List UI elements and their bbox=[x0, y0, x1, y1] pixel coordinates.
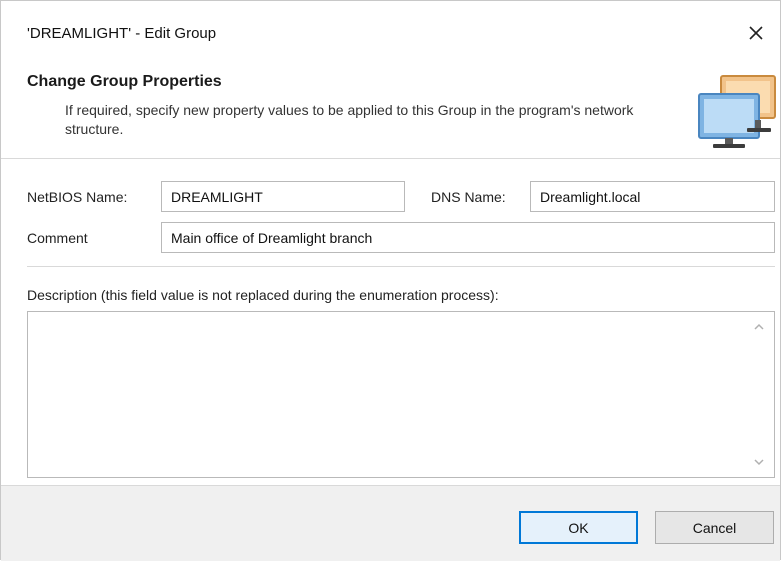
comment-label: Comment bbox=[27, 230, 88, 246]
netbios-name-label: NetBIOS Name: bbox=[27, 189, 128, 205]
computer-monitors-icon bbox=[698, 75, 776, 148]
close-button[interactable] bbox=[742, 19, 770, 47]
header-description: If required, specify new property values… bbox=[65, 102, 634, 137]
header-title: Change Group Properties bbox=[27, 73, 222, 90]
dns-name-field[interactable] bbox=[530, 181, 775, 212]
title-bar: 'DREAMLIGHT' - Edit Group bbox=[1, 1, 780, 59]
netbios-name-field[interactable] bbox=[161, 181, 405, 212]
description-scrollbar[interactable] bbox=[744, 312, 774, 477]
dns-name-label: DNS Name: bbox=[431, 189, 506, 205]
description-label: Description (this field value is not rep… bbox=[27, 287, 499, 303]
cancel-button[interactable]: Cancel bbox=[655, 511, 774, 544]
comment-field[interactable] bbox=[161, 222, 775, 253]
close-icon bbox=[749, 26, 763, 40]
description-textarea[interactable] bbox=[27, 311, 775, 478]
scroll-up-icon[interactable] bbox=[752, 320, 766, 334]
divider bbox=[27, 266, 775, 267]
form-area: NetBIOS Name: DNS Name: Comment Descript… bbox=[1, 159, 780, 485]
dialog-header: Change Group Properties If required, spe… bbox=[1, 59, 780, 159]
dialog-footer: OK Cancel bbox=[1, 485, 780, 561]
edit-group-dialog: 'DREAMLIGHT' - Edit Group Change Group P… bbox=[0, 0, 781, 561]
window-title: 'DREAMLIGHT' - Edit Group bbox=[27, 25, 217, 42]
scroll-down-icon[interactable] bbox=[752, 455, 766, 469]
ok-button[interactable]: OK bbox=[519, 511, 638, 544]
